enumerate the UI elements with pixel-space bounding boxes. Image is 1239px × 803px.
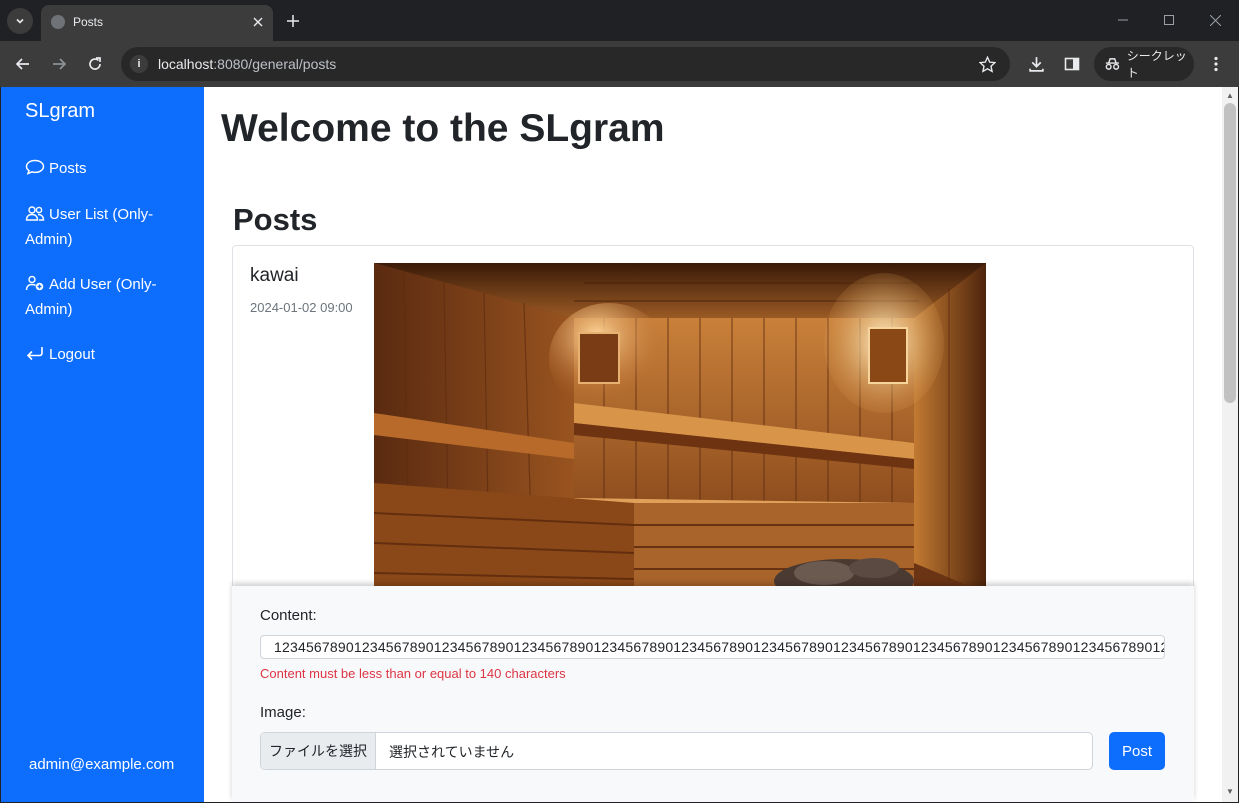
- arrow-left-icon: [15, 58, 29, 70]
- window-close-button[interactable]: [1205, 10, 1225, 30]
- sidebar-item-logout[interactable]: Logout: [25, 342, 195, 367]
- scroll-down-arrow-icon[interactable]: ▼: [1226, 787, 1234, 796]
- arrow-right-icon: [53, 58, 67, 70]
- maximize-button[interactable]: [1159, 10, 1179, 30]
- image-file-input[interactable]: ファイルを選択 選択されていません: [260, 732, 1093, 770]
- reload-button[interactable]: [84, 53, 106, 75]
- url-text[interactable]: localhost:8080/general/posts: [158, 56, 336, 72]
- scroll-up-arrow-icon[interactable]: ▲: [1226, 91, 1234, 100]
- choose-file-button[interactable]: ファイルを選択: [261, 733, 376, 769]
- brand-logo[interactable]: SLgram: [25, 100, 95, 123]
- post-image: [374, 263, 986, 593]
- incognito-indicator[interactable]: シークレット: [1094, 47, 1194, 81]
- side-panel-icon[interactable]: [1061, 53, 1083, 75]
- browser-toolbar: i localhost:8080/general/posts シークレット: [0, 41, 1239, 87]
- content-field[interactable]: 1234567890123456789012345678901234567890…: [260, 635, 1165, 659]
- globe-icon: [51, 15, 65, 29]
- post-form: Content: 1234567890123456789012345678901…: [232, 586, 1194, 802]
- content-error-message: Content must be less than or equal to 14…: [260, 666, 566, 681]
- sidebar: SLgram Posts User List (Only-Admin) Add …: [1, 87, 204, 802]
- close-icon[interactable]: [249, 13, 267, 31]
- post-author: kawai: [250, 265, 299, 286]
- new-tab-button[interactable]: [282, 10, 304, 32]
- people-icon: [25, 206, 45, 221]
- star-icon[interactable]: [976, 53, 998, 75]
- incognito-label: シークレット: [1126, 49, 1187, 80]
- image-label: Image:: [260, 704, 306, 721]
- page-title: Welcome to the SLgram: [221, 107, 665, 150]
- info-icon[interactable]: i: [130, 55, 148, 73]
- browser-titlebar: Posts: [0, 0, 1239, 41]
- content-label: Content:: [260, 607, 317, 624]
- sidebar-item-label: Posts: [49, 160, 87, 177]
- forward-button[interactable]: [48, 53, 70, 75]
- post-card: kawai 2024-01-02 09:00: [232, 245, 1194, 605]
- minimize-icon: [1118, 19, 1128, 21]
- sidebar-item-user-list[interactable]: User List (Only-Admin): [25, 202, 195, 252]
- plus-icon: [287, 15, 299, 27]
- scrollbar-thumb[interactable]: [1224, 103, 1236, 403]
- main-content: Welcome to the SLgram Posts kawai 2024-0…: [204, 87, 1222, 802]
- user-email[interactable]: admin@example.com: [29, 756, 174, 773]
- address-bar[interactable]: i localhost:8080/general/posts: [121, 47, 1010, 81]
- person-add-icon: [25, 275, 44, 291]
- close-icon: [1209, 14, 1221, 26]
- minimize-button[interactable]: [1113, 10, 1133, 30]
- tab-title: Posts: [73, 15, 104, 29]
- return-icon: [26, 347, 43, 361]
- page-scrollbar[interactable]: ▲ ▼: [1222, 87, 1238, 802]
- download-icon[interactable]: [1025, 53, 1047, 75]
- sidebar-item-posts[interactable]: Posts: [25, 156, 195, 181]
- chat-icon: [25, 159, 45, 175]
- chevron-down-icon: [16, 18, 24, 24]
- incognito-icon: [1105, 58, 1120, 70]
- sidebar-item-label: Logout: [49, 346, 95, 363]
- sidebar-item-add-user[interactable]: Add User (Only-Admin): [25, 272, 195, 322]
- reload-icon: [89, 57, 101, 70]
- page-viewport: SLgram Posts User List (Only-Admin) Add …: [1, 87, 1222, 802]
- file-status: 選択されていません: [389, 744, 515, 760]
- kebab-menu-icon[interactable]: [1205, 53, 1227, 75]
- post-date: 2024-01-02 09:00: [250, 300, 353, 315]
- posts-heading: Posts: [233, 202, 318, 237]
- maximize-icon: [1164, 15, 1174, 25]
- post-submit-button[interactable]: Post: [1109, 732, 1165, 770]
- browser-tab[interactable]: Posts: [41, 5, 273, 41]
- tab-search-button[interactable]: [7, 8, 33, 34]
- back-button[interactable]: [12, 53, 34, 75]
